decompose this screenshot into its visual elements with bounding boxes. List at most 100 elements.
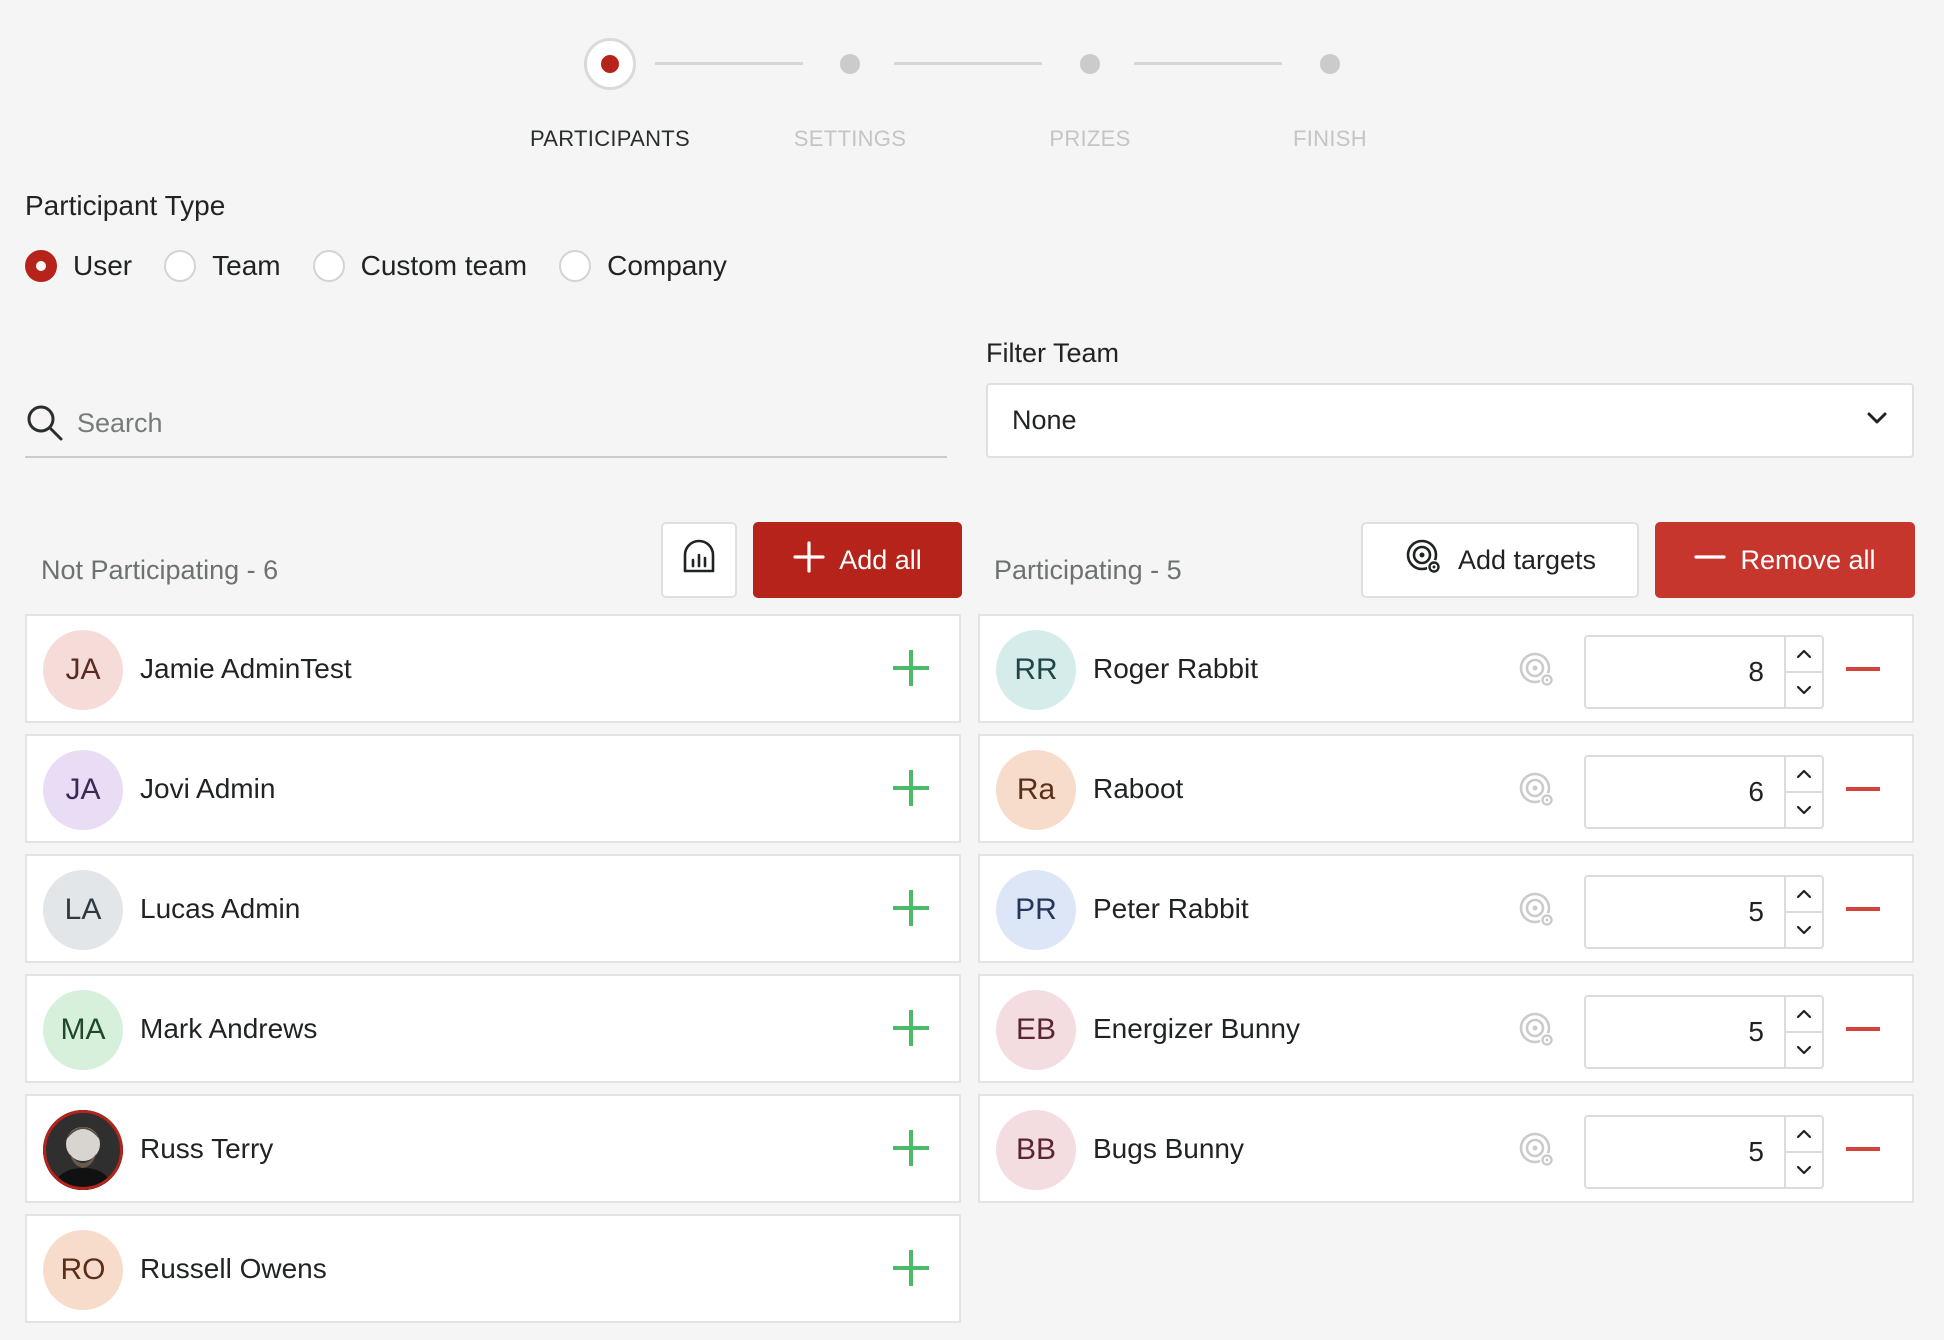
avatar: MA (43, 990, 123, 1070)
target-quantity-stepper[interactable]: 5 (1584, 1115, 1824, 1189)
participating-title: Participating - 5 (994, 555, 1182, 585)
add-participant-plus-icon[interactable] (893, 650, 929, 686)
chevron-down-icon[interactable] (1786, 1033, 1822, 1067)
target-quantity-value[interactable]: 8 (1586, 637, 1784, 707)
step-label-prizes: PRIZES (1049, 126, 1131, 151)
chevron-down-icon[interactable] (1786, 673, 1822, 707)
stepper-arrows (1784, 1117, 1822, 1187)
target-quantity-stepper[interactable]: 5 (1584, 875, 1824, 949)
avatar: Ra (996, 750, 1076, 830)
chevron-down-icon[interactable] (1786, 913, 1822, 947)
radio-label: User (73, 250, 133, 281)
list-item: BB Bugs Bunny 5 (978, 1094, 1914, 1203)
chevron-up-icon[interactable] (1786, 757, 1822, 793)
target-quantity-value[interactable]: 5 (1586, 997, 1784, 1067)
target-gear-icon (1404, 537, 1444, 584)
add-participant-plus-icon[interactable] (893, 1130, 929, 1166)
avatar: LA (43, 870, 123, 950)
filter-team-select[interactable]: None (986, 383, 1914, 458)
search-input[interactable] (77, 407, 877, 439)
avatar: RR (996, 630, 1076, 710)
participant-name: Russ Terry (140, 1133, 274, 1164)
step-connector (655, 62, 803, 65)
participant-type-title: Participant Type (25, 190, 226, 221)
list-item: Ra Raboot 6 (978, 734, 1914, 843)
progress-stepper: PARTICIPANTS SETTINGS PRIZES FINISH (0, 38, 1944, 158)
radio-team[interactable]: Team (164, 250, 281, 282)
chevron-up-icon[interactable] (1786, 997, 1822, 1033)
avatar: JA (43, 750, 123, 830)
chevron-up-icon[interactable] (1786, 877, 1822, 913)
add-all-label: Add all (839, 544, 922, 575)
chevron-down-icon[interactable] (1786, 793, 1822, 827)
chevron-down-icon[interactable] (1786, 1153, 1822, 1187)
chevron-up-icon[interactable] (1786, 1117, 1822, 1153)
chevron-down-icon (1866, 411, 1888, 430)
list-item: LA Lucas Admin (25, 854, 961, 963)
radio-label: Team (212, 250, 281, 281)
radio-user[interactable]: User (25, 250, 132, 282)
radio-company[interactable]: Company (559, 250, 727, 282)
add-participant-plus-icon[interactable] (893, 890, 929, 926)
remove-participant-minus-icon[interactable] (1846, 1027, 1880, 1031)
list-item: RR Roger Rabbit 8 (978, 614, 1914, 723)
step-label-participants: PARTICIPANTS (529, 126, 691, 151)
step-participants-indicator[interactable] (584, 38, 636, 90)
stepper-arrows (1784, 877, 1822, 947)
step-connector (1134, 62, 1282, 65)
avatar: JA (43, 630, 123, 710)
add-participant-plus-icon[interactable] (893, 1010, 929, 1046)
target-quantity-value[interactable]: 6 (1586, 757, 1784, 827)
target-gear-icon[interactable] (1517, 1010, 1557, 1050)
target-gear-icon[interactable] (1517, 890, 1557, 930)
remove-participant-minus-icon[interactable] (1846, 907, 1880, 911)
add-participant-plus-icon[interactable] (893, 770, 929, 806)
participant-type-radio-group: User Team Custom team Company (25, 250, 759, 282)
radio-button[interactable] (164, 250, 197, 282)
stepper-arrows (1784, 637, 1822, 707)
target-gear-icon[interactable] (1517, 770, 1557, 810)
remove-participant-minus-icon[interactable] (1846, 667, 1880, 671)
target-quantity-stepper[interactable]: 5 (1584, 995, 1824, 1069)
add-targets-button[interactable]: Add targets (1361, 522, 1639, 598)
list-item: JA Jamie AdminTest (25, 614, 961, 723)
filter-team-label: Filter Team (986, 338, 1120, 368)
avatar: RO (43, 1230, 123, 1310)
avatar: EB (996, 990, 1076, 1070)
participant-name: Jamie AdminTest (140, 653, 352, 684)
search-bar (25, 390, 947, 458)
target-quantity-value[interactable]: 5 (1586, 877, 1784, 947)
step-settings-indicator[interactable] (840, 54, 860, 74)
participant-name: Lucas Admin (140, 893, 301, 924)
avatar: PR (996, 870, 1076, 950)
step-prizes-indicator[interactable] (1080, 54, 1100, 74)
add-participant-plus-icon[interactable] (893, 1250, 929, 1286)
remove-participant-minus-icon[interactable] (1846, 1147, 1880, 1151)
remove-all-button[interactable]: Remove all (1655, 522, 1915, 598)
add-all-button[interactable]: Add all (753, 522, 962, 598)
search-icon (25, 403, 65, 443)
list-item: JA Jovi Admin (25, 734, 961, 843)
participant-name: Roger Rabbit (1093, 653, 1258, 684)
radio-button[interactable] (559, 250, 592, 282)
radio-label: Custom team (360, 250, 528, 281)
target-quantity-stepper[interactable]: 6 (1584, 755, 1824, 829)
target-gear-icon[interactable] (1517, 650, 1557, 690)
participant-name: Bugs Bunny (1093, 1133, 1244, 1164)
chevron-up-icon[interactable] (1786, 637, 1822, 673)
participant-name: Russell Owens (140, 1253, 327, 1284)
radio-custom-team[interactable]: Custom team (312, 250, 528, 282)
target-quantity-stepper[interactable]: 8 (1584, 635, 1824, 709)
avatar: BB (996, 1110, 1076, 1190)
radio-button[interactable] (312, 250, 345, 282)
remove-participant-minus-icon[interactable] (1846, 787, 1880, 791)
leaderboard-button[interactable] (661, 522, 737, 598)
remove-all-label: Remove all (1740, 544, 1876, 575)
radio-button[interactable] (25, 250, 57, 282)
participating-list: RR Roger Rabbit 8 Ra Raboot 6 PR Peter Rabbit 5 E… (978, 614, 1914, 1214)
target-gear-icon[interactable] (1517, 1130, 1557, 1170)
radio-label: Company (607, 250, 727, 281)
step-finish-indicator[interactable] (1320, 54, 1340, 74)
target-quantity-value[interactable]: 5 (1586, 1117, 1784, 1187)
list-item: PR Peter Rabbit 5 (978, 854, 1914, 963)
